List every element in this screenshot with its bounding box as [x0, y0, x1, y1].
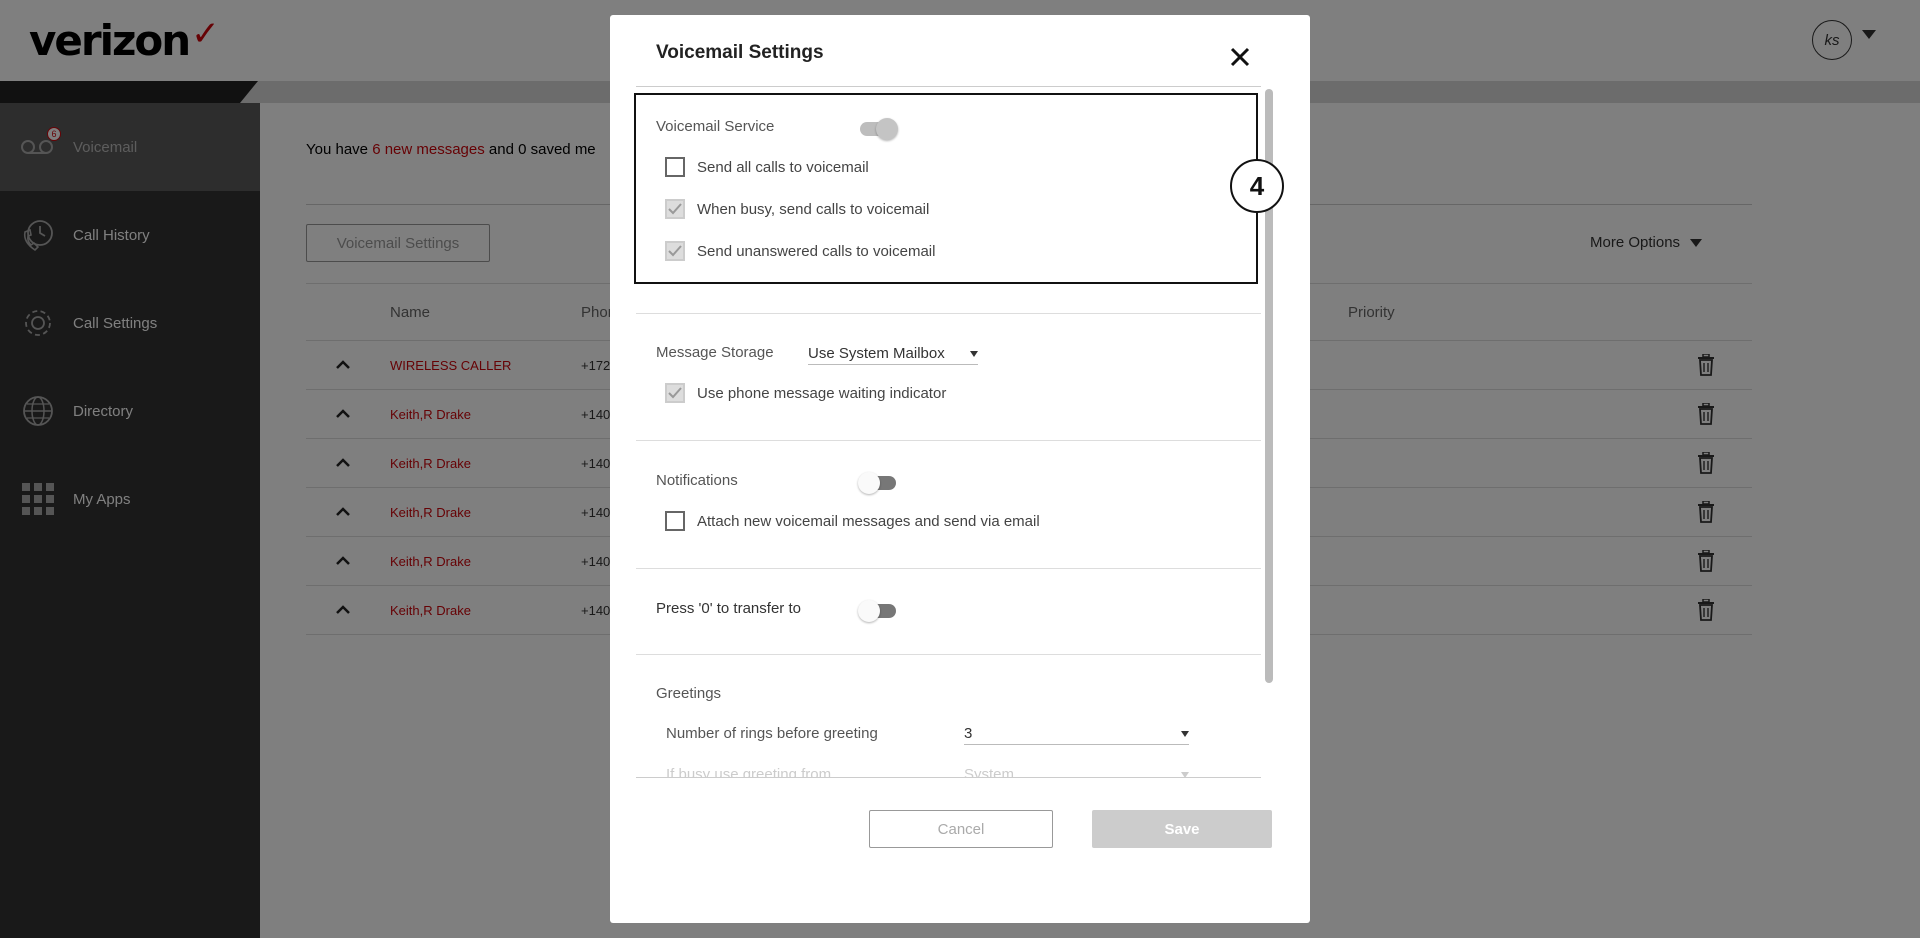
caret-down-icon	[970, 350, 978, 357]
section-greetings: Greetings Number of rings before greetin…	[636, 655, 1261, 778]
section-transfer: Press '0' to transfer to	[636, 569, 1261, 655]
message-storage-select[interactable]: Use System Mailbox	[808, 345, 978, 365]
notifications-label: Notifications	[656, 472, 738, 489]
transfer-label: Press '0' to transfer to	[656, 600, 801, 617]
attach-email-checkbox[interactable]	[665, 511, 685, 531]
rings-select[interactable]: 3	[964, 725, 1189, 745]
section-message-storage: Message Storage Use System Mailbox Use p…	[636, 314, 1261, 441]
dialog-title: Voicemail Settings	[656, 42, 824, 63]
step-number-badge: 4	[1230, 159, 1284, 213]
section-notifications: Notifications Attach new voicemail messa…	[636, 441, 1261, 569]
transfer-toggle[interactable]	[858, 600, 896, 622]
close-icon[interactable]	[1228, 45, 1252, 69]
cancel-button[interactable]: Cancel	[869, 810, 1053, 848]
message-storage-label: Message Storage	[656, 344, 774, 361]
save-button[interactable]: Save	[1092, 810, 1272, 848]
rings-label: Number of rings before greeting	[666, 725, 878, 742]
busy-greeting-select[interactable]: System	[964, 766, 1189, 777]
notifications-toggle[interactable]	[858, 472, 896, 494]
greetings-label: Greetings	[656, 685, 722, 702]
waiting-indicator-checkbox[interactable]	[665, 383, 685, 403]
busy-greeting-label: If busy use greeting from	[666, 766, 832, 778]
attach-email-option[interactable]: Attach new voicemail messages and send v…	[665, 511, 1040, 531]
waiting-indicator-option[interactable]: Use phone message waiting indicator	[665, 383, 946, 403]
caret-down-icon	[1181, 771, 1189, 777]
caret-down-icon	[1181, 730, 1189, 737]
tutorial-highlight-box	[634, 93, 1258, 284]
